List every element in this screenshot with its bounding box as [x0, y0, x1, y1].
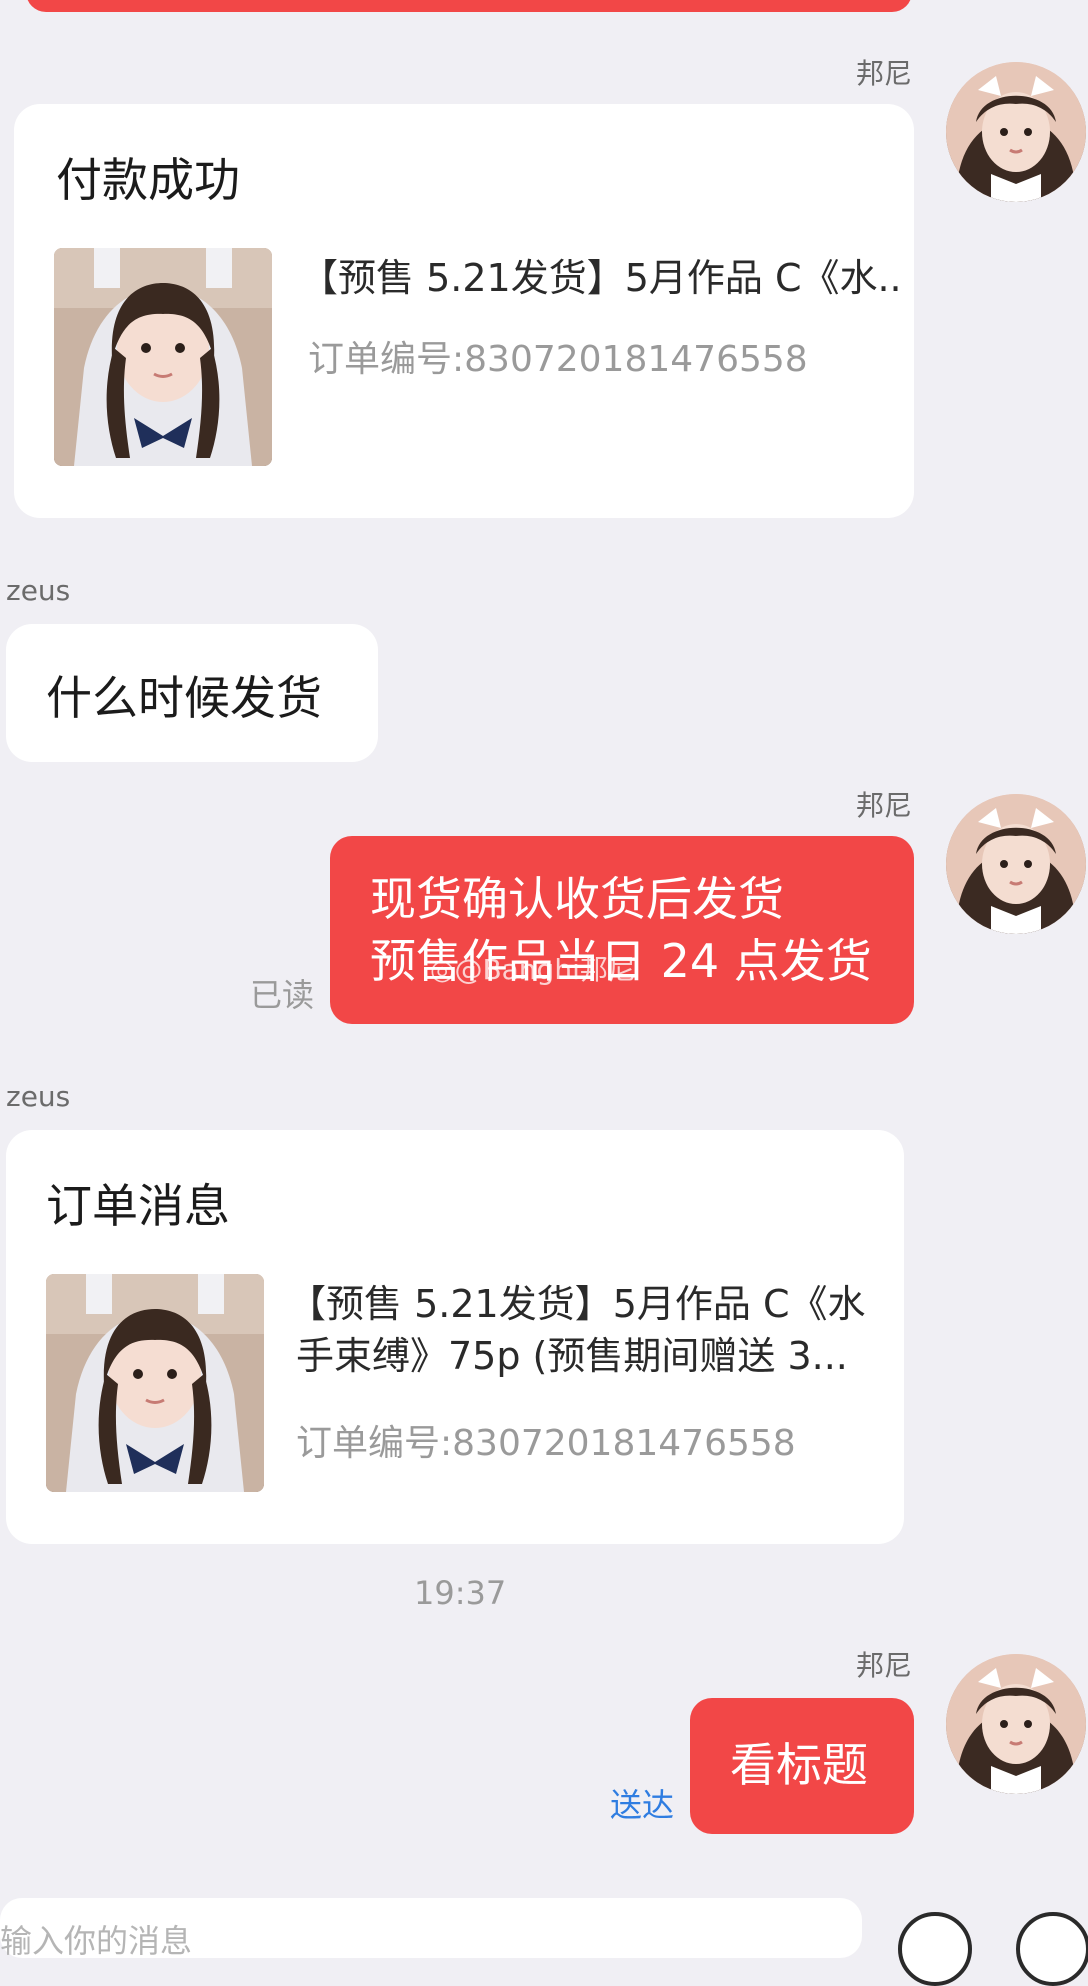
previous-message-bubble[interactable]	[26, 0, 912, 12]
message-bubble[interactable]: 看标题	[690, 1698, 914, 1834]
sender-name: zeus	[6, 1080, 71, 1113]
order-number: 订单编号:830720181476558	[308, 339, 808, 380]
message-bubble[interactable]: 什么时候发货	[6, 624, 378, 762]
order-number: 订单编号:830720181476558	[296, 1423, 796, 1464]
order-card-order-message[interactable]: 订单消息 【预售 5.21发货】5月作品 C《水 手束缚》75p (预售期间赠送…	[6, 1130, 904, 1544]
sender-name: 邦尼	[855, 1649, 912, 1682]
message-line-1: 现货确认收货后发货	[370, 872, 784, 926]
sender-name: 邦尼	[855, 57, 912, 90]
product-title-line-2: 手束缚》75p (预售期间赠送 3...	[296, 1334, 848, 1378]
card-title: 付款成功	[56, 153, 240, 207]
emoji-icon[interactable]	[1016, 1912, 1088, 1986]
sender-name: 邦尼	[855, 789, 912, 822]
input-placeholder: 输入你的消息	[0, 1922, 193, 1960]
avatar[interactable]	[946, 794, 1086, 934]
card-title: 订单消息	[46, 1179, 230, 1233]
timestamp: 19:37	[414, 1574, 507, 1612]
message-bubble[interactable]: 现货确认收货后发货 预售作品当日 24 点发货 ◎@Banghi邦尼	[330, 836, 914, 1024]
order-card-payment-success[interactable]: 付款成功 【预售 5.21发货】5月作品 C《水.. 订单编号:83072018…	[14, 104, 914, 518]
product-title: 【预售 5.21发货】5月作品 C《水..	[300, 256, 900, 300]
delivered-status: 送达	[610, 1786, 675, 1824]
message-input[interactable]: 输入你的消息	[0, 1898, 862, 1960]
message-text: 看标题	[730, 1738, 868, 1792]
product-thumbnail[interactable]	[46, 1274, 264, 1492]
weibo-icon: ◎	[430, 953, 455, 986]
avatar[interactable]	[946, 62, 1086, 202]
voice-icon[interactable]	[898, 1912, 972, 1986]
product-title-line-1: 【预售 5.21发货】5月作品 C《水	[288, 1282, 866, 1326]
product-thumbnail[interactable]	[54, 248, 272, 466]
avatar[interactable]	[946, 1654, 1086, 1794]
sender-name: zeus	[6, 574, 71, 607]
message-text: 什么时候发货	[46, 671, 322, 725]
watermark: ◎@Banghi邦尼	[430, 953, 636, 986]
read-status: 已读	[250, 976, 315, 1014]
